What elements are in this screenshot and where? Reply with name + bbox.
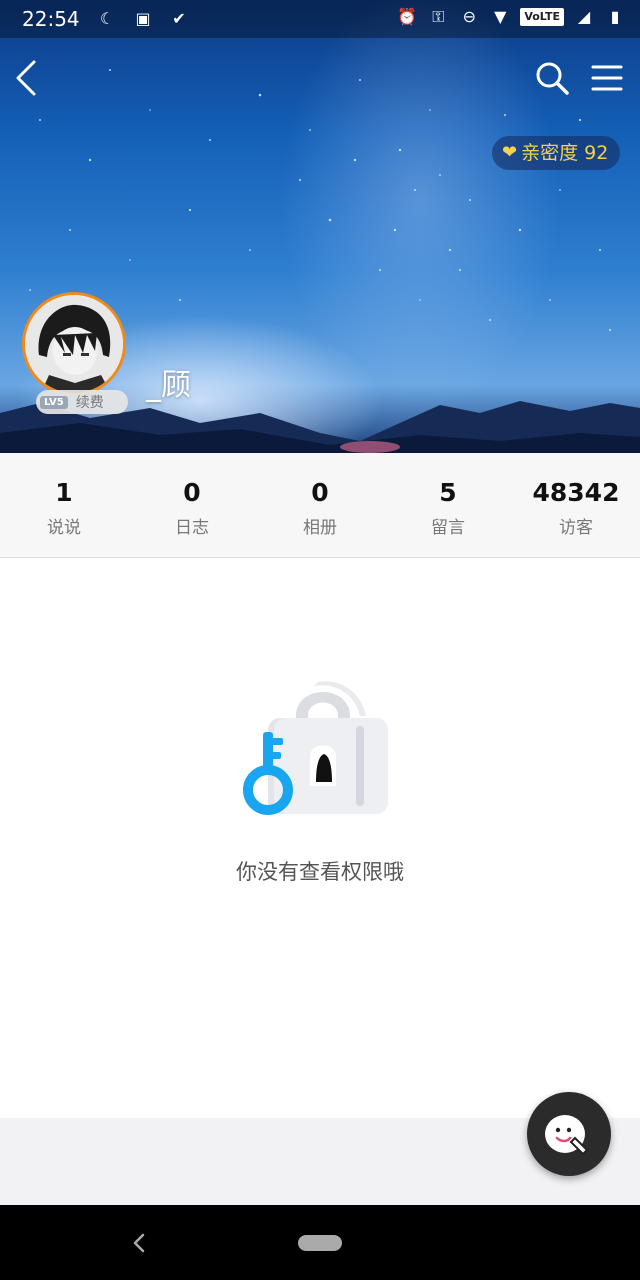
heart-icon: ❤ <box>502 142 518 163</box>
stat-value: 1 <box>55 478 73 507</box>
intimacy-label: 亲密度 92 <box>521 142 609 164</box>
stat-blog[interactable]: 0 日志 <box>128 453 256 557</box>
volte-icon: VoLTE <box>520 8 564 26</box>
signal-icon: ◢ <box>577 7 591 26</box>
intimacy-badge[interactable]: ❤ 亲密度 92 <box>492 136 621 170</box>
stat-value: 0 <box>311 478 329 507</box>
check-icon: ✔ <box>172 9 186 28</box>
stats-bar: 1 说说 0 日志 0 相册 5 留言 48342 访客 <box>0 453 640 558</box>
renew-label: 续费 <box>75 395 104 411</box>
content-area: 你没有查看权限哦 <box>0 558 640 1118</box>
menu-icon[interactable] <box>590 62 624 94</box>
stat-value: 0 <box>183 478 201 507</box>
stat-messages[interactable]: 5 留言 <box>384 453 512 557</box>
back-triangle-icon[interactable] <box>128 1228 150 1258</box>
stat-label: 留言 <box>431 518 465 538</box>
renew-badge[interactable]: LV5 续费 <box>36 390 128 414</box>
battery-icon: ▮ <box>610 7 620 26</box>
back-chevron-icon[interactable] <box>10 58 50 98</box>
status-time: 22:54 <box>22 7 80 31</box>
stat-label: 相册 <box>303 518 337 538</box>
stat-label: 访客 <box>559 518 593 538</box>
search-icon[interactable] <box>534 60 570 96</box>
stat-visitors[interactable]: 48342 访客 <box>512 453 640 557</box>
wifi-icon: ▼ <box>494 7 507 26</box>
stat-value: 48342 <box>532 478 620 507</box>
username: _顾 <box>146 368 191 403</box>
qq-penguin-icon <box>545 1115 589 1156</box>
anime-avatar-image <box>25 295 123 393</box>
stat-shuoshuo[interactable]: 1 说说 <box>0 453 128 557</box>
stat-value: 5 <box>439 478 457 507</box>
level-tag: LV5 <box>40 395 68 409</box>
stat-label: 日志 <box>175 518 209 538</box>
avatar[interactable] <box>22 292 126 396</box>
stat-label: 说说 <box>47 518 81 538</box>
do-not-disturb-icon: ⊖ <box>462 7 477 26</box>
qq-assistant-button[interactable] <box>527 1092 611 1176</box>
moon-icon: ☾ <box>99 9 115 28</box>
avatar-block[interactable]: LV5 续费 <box>22 292 130 420</box>
sim-toolkit-icon: ▣ <box>135 9 151 28</box>
vpn-key-icon: ⚿ <box>432 7 445 26</box>
status-bar: 22:54 ☾ ▣ ✔ ⏰ ⚿ ⊖ ▼ VoLTE ◢ ▮ <box>0 0 640 38</box>
stat-album[interactable]: 0 相册 <box>256 453 384 557</box>
alarm-icon: ⏰ <box>397 7 418 26</box>
lock-with-key-icon <box>243 681 388 815</box>
profile-cover: 22:54 ☾ ▣ ✔ ⏰ ⚿ ⊖ ▼ VoLTE ◢ ▮ ❤ 亲密度 92 L… <box>0 0 640 453</box>
home-pill-icon[interactable] <box>298 1235 342 1251</box>
no-permission-message: 你没有查看权限哦 <box>236 860 404 884</box>
